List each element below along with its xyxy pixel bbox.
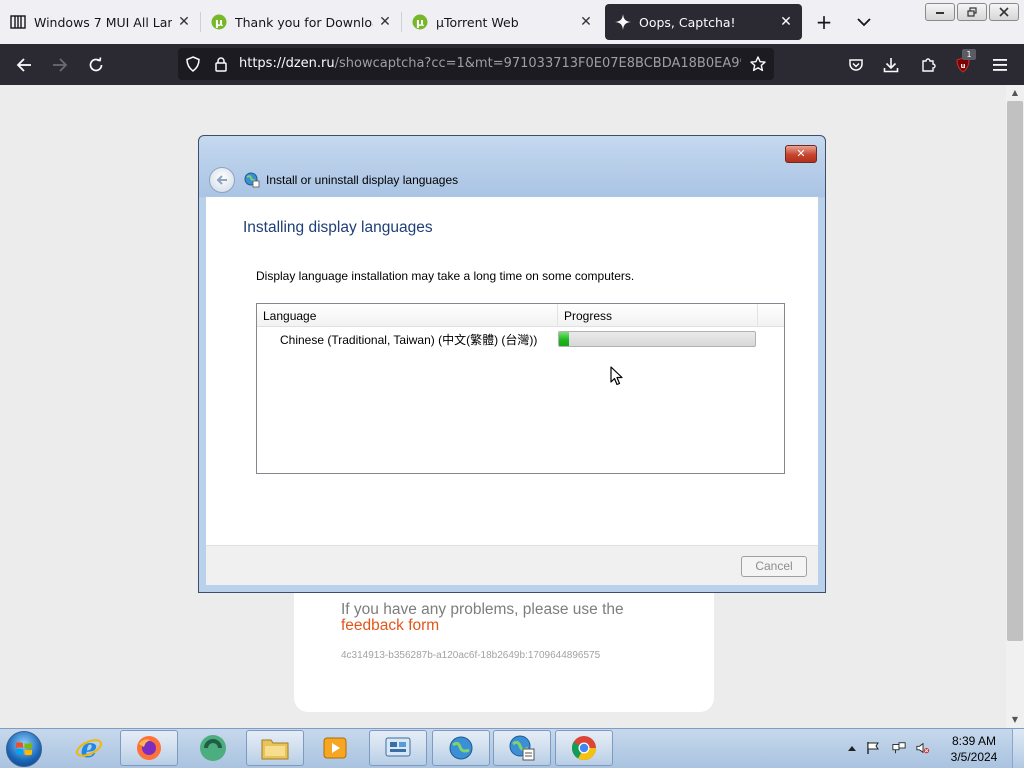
- scrollbar-thumb[interactable]: [1007, 101, 1023, 641]
- dialog-close-button[interactable]: ✕: [785, 145, 817, 163]
- sparkle-icon: [615, 14, 631, 30]
- problems-message: If you have any problems, please use the: [341, 601, 624, 618]
- tab-title: Windows 7 MUI All Langua: [34, 14, 172, 30]
- dialog-heading: Installing display languages: [243, 219, 433, 236]
- tab-title: Oops, Captcha!: [639, 14, 736, 30]
- tracking-protection-shield-icon[interactable]: [185, 56, 201, 75]
- language-globe-icon[interactable]: [493, 730, 551, 766]
- new-tab-button[interactable]: +: [812, 10, 836, 34]
- back-arrow-icon[interactable]: [11, 52, 37, 78]
- svg-text:e: e: [81, 734, 98, 763]
- scroll-down-arrow-icon[interactable]: ▼: [1010, 715, 1020, 725]
- file-explorer-icon[interactable]: [246, 730, 304, 766]
- downloads-icon[interactable]: [878, 52, 904, 78]
- browser-nav-bar: https://dzen.ru/showcaptcha?cc=1&mt=9710…: [0, 44, 1024, 85]
- dialog-footer: Cancel: [206, 545, 818, 585]
- close-icon[interactable]: ✕: [578, 14, 594, 30]
- reload-icon[interactable]: [83, 52, 109, 78]
- clock-date: 3/5/2024: [950, 750, 998, 764]
- dialog-description: Display language installation may take a…: [256, 269, 635, 283]
- back-arrow-icon[interactable]: [209, 167, 235, 193]
- utorrent-icon: µ: [211, 14, 227, 30]
- column-header-filler: [758, 304, 784, 327]
- extensions-puzzle-icon[interactable]: [915, 52, 941, 78]
- start-button[interactable]: [6, 731, 42, 767]
- dialog-title: Install or uninstall display languages: [266, 173, 459, 187]
- svg-text:u: u: [961, 62, 966, 70]
- feedback-form-link[interactable]: feedback form: [341, 617, 439, 634]
- address-bar[interactable]: https://dzen.ru/showcaptcha?cc=1&mt=9710…: [178, 48, 774, 80]
- url-text[interactable]: https://dzen.ru/showcaptcha?cc=1&mt=9710…: [239, 56, 741, 71]
- hamburger-menu-icon[interactable]: [987, 52, 1013, 78]
- dialog-body: Installing display languages Display lan…: [206, 197, 818, 545]
- utorrent-icon: µ: [412, 14, 428, 30]
- request-id: 4c314913-b356287b-a120ac6f-18b2649b:1709…: [341, 650, 601, 661]
- clock-time: 8:39 AM: [951, 734, 997, 748]
- chrome-icon[interactable]: [555, 730, 613, 766]
- show-desktop-button[interactable]: [1012, 729, 1024, 768]
- extension-badge: 1: [962, 49, 976, 60]
- tab-thank-you[interactable]: µ Thank you for Downloadin ✕: [201, 4, 401, 40]
- lock-icon[interactable]: [214, 56, 228, 75]
- action-center-flag-icon[interactable]: [866, 741, 880, 755]
- language-globe-icon: [244, 172, 260, 188]
- system-clock[interactable]: 8:39 AM 3/5/2024: [944, 733, 1004, 765]
- scroll-up-arrow-icon[interactable]: ▲: [1010, 88, 1020, 98]
- pocket-icon[interactable]: [843, 52, 869, 78]
- show-hidden-icons-icon[interactable]: [845, 741, 859, 755]
- svg-text:µ: µ: [215, 16, 223, 29]
- forward-arrow-icon[interactable]: [47, 52, 73, 78]
- tab-title: µTorrent Web: [436, 14, 519, 30]
- tab-oops-captcha[interactable]: Oops, Captcha! ✕: [605, 4, 802, 40]
- close-icon[interactable]: ✕: [778, 14, 794, 30]
- language-name: Chinese (Traditional, Taiwan) (中文(繁體) (台…: [280, 333, 538, 347]
- media-player-icon[interactable]: [306, 730, 364, 766]
- close-icon[interactable]: ✕: [176, 14, 192, 30]
- svg-text:µ: µ: [416, 16, 424, 29]
- problems-text: If you have any problems, please use the…: [341, 602, 661, 634]
- install-languages-dialog: ✕ Install or uninstall display languages…: [198, 135, 826, 593]
- page-scrollbar[interactable]: ▲ ▼: [1006, 85, 1024, 728]
- globe-icon[interactable]: [432, 730, 490, 766]
- tab-utorrent-web[interactable]: µ µTorrent Web ✕: [402, 4, 602, 40]
- browser-tab-bar: Windows 7 MUI All Langua ✕ µ Thank you f…: [0, 0, 1024, 44]
- internet-explorer-icon[interactable]: e: [60, 730, 118, 766]
- library-icon: [10, 14, 26, 30]
- ublock-origin-icon[interactable]: u 1: [950, 49, 976, 78]
- close-icon[interactable]: ✕: [377, 14, 393, 30]
- minimize-button[interactable]: [925, 3, 955, 21]
- window-close-button[interactable]: [989, 3, 1019, 21]
- utorrent-icon[interactable]: [184, 730, 242, 766]
- url-path: /showcaptcha?cc=1&mt=971033713F0E07E8BCB…: [334, 56, 741, 71]
- volume-muted-icon[interactable]: [916, 741, 930, 755]
- network-icon[interactable]: [892, 741, 906, 755]
- url-domain: https://dzen.ru: [239, 56, 335, 71]
- mouse-cursor-icon: [610, 366, 623, 386]
- progress-fill: [559, 332, 569, 346]
- column-header-progress[interactable]: Progress: [558, 304, 758, 327]
- bookmark-star-icon[interactable]: [750, 56, 766, 75]
- control-panel-icon[interactable]: [369, 730, 427, 766]
- tab-list-chevron-icon[interactable]: [852, 10, 876, 34]
- cancel-button[interactable]: Cancel: [741, 556, 807, 577]
- column-header-language[interactable]: Language: [257, 304, 558, 327]
- firefox-icon[interactable]: [120, 730, 178, 766]
- windows-taskbar: e 8:39 AM 3/5/2024: [0, 728, 1024, 768]
- tab-windows7-mui[interactable]: Windows 7 MUI All Langua ✕: [0, 4, 200, 40]
- language-table: Language Progress Chinese (Traditional, …: [256, 303, 785, 474]
- tab-title: Thank you for Downloadin: [235, 14, 373, 30]
- install-progress-bar: [558, 331, 756, 347]
- restore-button[interactable]: [957, 3, 987, 21]
